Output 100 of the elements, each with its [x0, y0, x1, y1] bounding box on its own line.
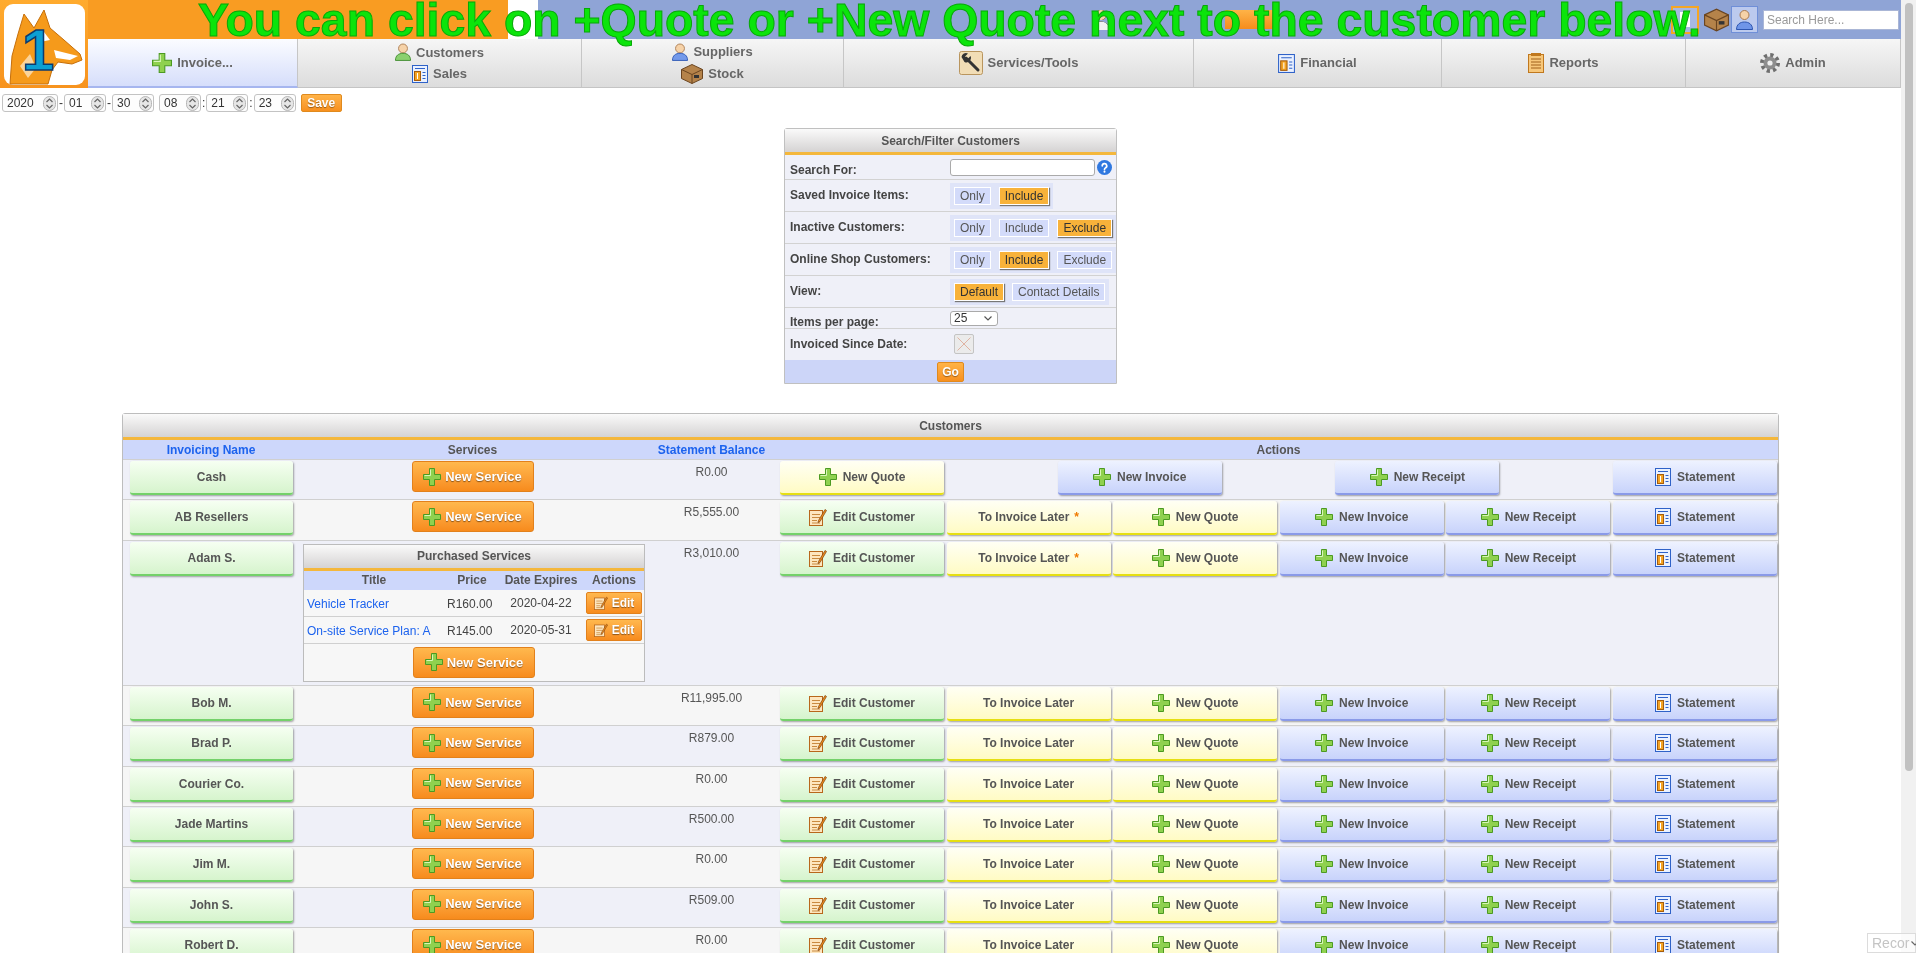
nav-tab[interactable]: Financial [1194, 39, 1442, 88]
customer-name-button[interactable]: Courier Co. [130, 767, 293, 802]
customer-name-button[interactable]: Bob M. [130, 686, 293, 721]
new-invoice-button[interactable]: New Invoice [1279, 541, 1444, 576]
nav-link[interactable]: Financial [1278, 53, 1357, 73]
customer-name-button[interactable]: John S. [130, 888, 293, 923]
customer-name-button[interactable]: Brad P. [130, 727, 293, 762]
option-button[interactable]: Default [954, 283, 1005, 301]
new-receipt-button[interactable]: New Receipt [1446, 501, 1611, 536]
nav-link[interactable]: Invoice... [152, 52, 233, 73]
service-link[interactable]: Vehicle Tracker [307, 596, 390, 611]
new-quote-button[interactable]: New Quote [1113, 888, 1278, 923]
statement-button[interactable]: Statement [1612, 501, 1777, 536]
statement-button[interactable]: Statement [1612, 727, 1777, 762]
statement-button[interactable]: Statement [1612, 848, 1777, 883]
sort-link[interactable]: Statement Balance [657, 440, 766, 459]
spinner-field[interactable]: 21 [206, 94, 249, 112]
to-invoice-later-button[interactable]: To Invoice Later [946, 686, 1111, 721]
spinner-field[interactable]: 08 [159, 94, 201, 112]
new-quote-button[interactable]: New Quote [1113, 929, 1278, 953]
new-quote-button[interactable]: New Quote [1113, 541, 1278, 576]
statement-button[interactable]: Statement [1612, 767, 1777, 802]
option-button[interactable]: Include [998, 187, 1050, 205]
new-quote-button[interactable]: New Quote [1113, 501, 1278, 536]
nav-link[interactable]: Reports [1528, 53, 1599, 73]
to-invoice-later-button[interactable]: To Invoice Later [946, 888, 1111, 923]
to-invoice-later-button[interactable]: To Invoice Later * [946, 501, 1111, 536]
option-button[interactable]: Include [998, 251, 1050, 269]
edit-customer-button[interactable]: Edit Customer [780, 686, 944, 721]
spinner-field[interactable]: 23 [253, 94, 296, 112]
edit-customer-button[interactable]: Edit Customer [780, 929, 944, 953]
option-button[interactable]: Only [954, 251, 991, 269]
option-button[interactable]: Only [954, 187, 991, 205]
spinner-field[interactable]: 2020 [2, 94, 58, 112]
to-invoice-later-button[interactable]: To Invoice Later [946, 929, 1111, 953]
option-button[interactable]: Exclude [1057, 251, 1113, 269]
edit-customer-button[interactable]: Edit Customer [780, 501, 944, 536]
new-invoice-button[interactable]: New Invoice [1057, 461, 1222, 495]
new-receipt-button[interactable]: New Receipt [1446, 848, 1611, 883]
nav-link[interactable]: Services/Tools [958, 51, 1079, 75]
to-invoice-later-button[interactable]: To Invoice Later [946, 767, 1111, 802]
new-receipt-button[interactable]: New Receipt [1446, 767, 1611, 802]
statement-button[interactable]: Statement [1612, 929, 1777, 953]
customer-name-button[interactable]: Adam S. [130, 541, 293, 576]
statement-button[interactable]: Statement [1612, 686, 1777, 721]
customer-name-button[interactable]: Cash [130, 461, 293, 495]
edit-customer-button[interactable]: Edit Customer [780, 888, 944, 923]
statement-button[interactable]: Statement [1612, 807, 1777, 842]
items-per-page-select[interactable]: 25 [950, 310, 998, 326]
nav-link[interactable]: Stock [681, 63, 744, 84]
new-invoice-button[interactable]: New Invoice [1279, 848, 1444, 883]
new-invoice-button[interactable]: New Invoice [1279, 686, 1444, 721]
nav-link[interactable]: Suppliers [672, 42, 753, 62]
statement-button[interactable]: Statement [1612, 541, 1777, 576]
customer-name-button[interactable]: Jade Martins [130, 807, 293, 842]
new-receipt-button[interactable]: New Receipt [1446, 888, 1611, 923]
new-receipt-button[interactable]: New Receipt [1446, 727, 1611, 762]
new-quote-button[interactable]: New Quote [780, 461, 944, 495]
sort-link[interactable]: Invoicing Name [166, 440, 256, 459]
search-input[interactable]: Search Here... [1763, 9, 1899, 30]
service-link[interactable]: On-site Service Plan: A [307, 623, 431, 638]
customer-name-button[interactable]: Jim M. [130, 848, 293, 883]
search-input[interactable] [950, 158, 1095, 176]
new-receipt-button[interactable]: New Receipt [1446, 541, 1611, 576]
new-invoice-button[interactable]: New Invoice [1279, 727, 1444, 762]
option-button[interactable]: Include [998, 219, 1050, 237]
new-receipt-button[interactable]: New Receipt [1446, 686, 1611, 721]
to-invoice-later-button[interactable]: To Invoice Later [946, 807, 1111, 842]
new-invoice-button[interactable]: New Invoice [1279, 807, 1444, 842]
nav-tab[interactable]: Reports [1442, 39, 1686, 88]
to-invoice-later-button[interactable]: To Invoice Later [946, 727, 1111, 762]
new-quote-button[interactable]: New Quote [1113, 807, 1278, 842]
nav-link[interactable]: Admin [1760, 53, 1826, 73]
statement-button[interactable]: Statement [1612, 461, 1777, 495]
new-quote-button[interactable]: New Quote [1113, 686, 1278, 721]
customer-name-button[interactable]: AB Resellers [130, 501, 293, 536]
nav-tab[interactable]: Customers Sales [298, 39, 582, 88]
nav-tab[interactable]: Invoice... [88, 39, 298, 88]
new-invoice-button[interactable]: New Invoice [1279, 929, 1444, 953]
scrollbar-thumb[interactable] [1904, 3, 1913, 771]
nav-link[interactable]: Customers [395, 42, 484, 62]
edit-customer-button[interactable]: Edit Customer [780, 727, 944, 762]
spinner-field[interactable]: 01 [64, 94, 106, 112]
new-receipt-button[interactable]: New Receipt [1335, 461, 1500, 495]
option-button[interactable]: Exclude [1057, 219, 1113, 237]
to-invoice-later-button[interactable]: To Invoice Later [946, 848, 1111, 883]
statement-button[interactable]: Statement [1612, 888, 1777, 923]
edit-customer-button[interactable]: Edit Customer [780, 767, 944, 802]
new-quote-button[interactable]: New Quote [1113, 727, 1278, 762]
new-quote-button[interactable]: New Quote [1113, 767, 1278, 802]
new-receipt-button[interactable]: New Receipt [1446, 929, 1611, 953]
customer-name-button[interactable]: Robert D. [130, 929, 293, 953]
new-invoice-button[interactable]: New Invoice [1279, 501, 1444, 536]
option-button[interactable]: Only [954, 219, 991, 237]
option-button[interactable]: Contact Details [1012, 283, 1106, 301]
new-invoice-button[interactable]: New Invoice [1279, 888, 1444, 923]
new-invoice-button[interactable]: New Invoice [1279, 767, 1444, 802]
new-quote-button[interactable]: New Quote [1113, 848, 1278, 883]
edit-customer-button[interactable]: Edit Customer [780, 807, 944, 842]
spinner-field[interactable]: 30 [112, 94, 154, 112]
